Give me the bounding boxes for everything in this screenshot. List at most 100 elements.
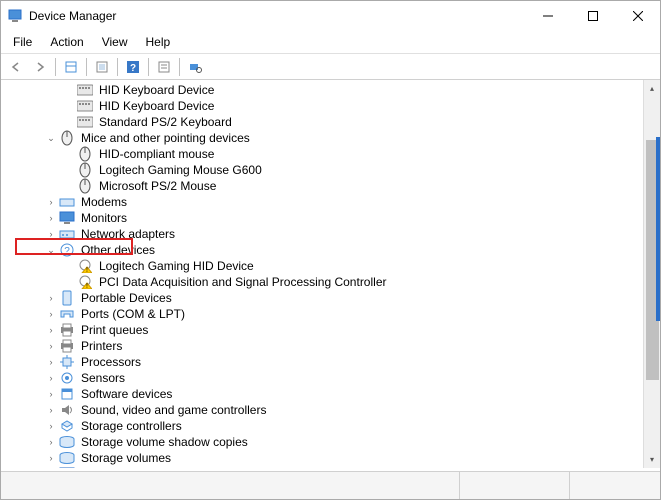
toolbar-back-button[interactable] <box>5 56 27 78</box>
tree-category-modems[interactable]: › Modems <box>5 194 660 210</box>
window-controls <box>525 1 660 31</box>
expander-collapsed-icon[interactable]: › <box>45 228 57 240</box>
tree-category-mice[interactable]: ⌄ Mice and other pointing devices <box>5 130 660 146</box>
tree-category-ports[interactable]: › Ports (COM & LPT) <box>5 306 660 322</box>
svg-text:!: ! <box>86 283 88 289</box>
modem-icon <box>59 194 75 210</box>
unknown-device-warning-icon: ! <box>77 258 93 274</box>
tree-category-portable[interactable]: › Portable Devices <box>5 290 660 306</box>
toolbar-separator <box>55 58 56 76</box>
tree-category-storage-controllers[interactable]: › Storage controllers <box>5 418 660 434</box>
expander-expanded-icon[interactable]: ⌄ <box>45 244 57 256</box>
tree-item-label: Print queues <box>79 322 150 338</box>
tree-item-label: HID-compliant mouse <box>97 146 216 162</box>
maximize-button[interactable] <box>570 1 615 31</box>
tree-item-logitech-g600[interactable]: Logitech Gaming Mouse G600 <box>5 162 660 178</box>
expander-collapsed-icon[interactable]: › <box>45 420 57 432</box>
tree-container: HID Keyboard Device HID Keyboard Device … <box>1 80 660 468</box>
tree-category-printers[interactable]: › Printers <box>5 338 660 354</box>
status-cell <box>1 472 460 499</box>
tree-item-label: PCI Data Acquisition and Signal Processi… <box>97 274 388 290</box>
tree-category-storage-volumes[interactable]: › Storage volumes <box>5 450 660 466</box>
menu-help[interactable]: Help <box>138 33 179 51</box>
menu-file[interactable]: File <box>5 33 40 51</box>
tree-category-processors[interactable]: › Processors <box>5 354 660 370</box>
sensor-icon <box>59 370 75 386</box>
expander-collapsed-icon[interactable]: › <box>45 324 57 336</box>
expander-collapsed-icon[interactable]: › <box>45 340 57 352</box>
expander-collapsed-icon[interactable]: › <box>45 212 57 224</box>
tree-category-software[interactable]: › Software devices <box>5 386 660 402</box>
device-tree[interactable]: HID Keyboard Device HID Keyboard Device … <box>1 80 660 468</box>
tree-item-label: Monitors <box>79 210 129 226</box>
close-button[interactable] <box>615 1 660 31</box>
keyboard-icon <box>77 98 93 114</box>
tree-item-ps2-keyboard[interactable]: Standard PS/2 Keyboard <box>5 114 660 130</box>
tree-item-label: Processors <box>79 354 143 370</box>
window-title: Device Manager <box>29 9 525 23</box>
tree-item-hid-keyboard[interactable]: HID Keyboard Device <box>5 82 660 98</box>
tree-item-label: Modems <box>79 194 129 210</box>
svg-text:?: ? <box>64 246 70 257</box>
side-accent-strip <box>656 137 660 321</box>
tree-item-label: Other devices <box>79 242 157 258</box>
tree-category-other-devices[interactable]: ⌄ ? Other devices <box>5 242 660 258</box>
tree-category-print-queues[interactable]: › Print queues <box>5 322 660 338</box>
scroll-down-button[interactable]: ▾ <box>644 451 660 468</box>
expander-collapsed-icon[interactable]: › <box>45 308 57 320</box>
tree-item-logitech-hid[interactable]: ! Logitech Gaming HID Device <box>5 258 660 274</box>
expander-expanded-icon[interactable]: ⌄ <box>45 132 57 144</box>
tree-item-label: Network adapters <box>79 226 177 242</box>
tree-category-network[interactable]: › Network adapters <box>5 226 660 242</box>
expander-collapsed-icon[interactable]: › <box>45 388 57 400</box>
app-icon <box>7 8 23 24</box>
menu-view[interactable]: View <box>94 33 136 51</box>
expander-collapsed-icon[interactable]: › <box>45 196 57 208</box>
toolbar-refresh-button[interactable] <box>91 56 113 78</box>
tree-category-sensors[interactable]: › Sensors <box>5 370 660 386</box>
scroll-up-button[interactable]: ▴ <box>644 80 660 97</box>
tree-item-label: Logitech Gaming Mouse G600 <box>97 162 264 178</box>
expander-collapsed-icon[interactable]: › <box>45 452 57 464</box>
tree-item-label: Sound, video and game controllers <box>79 402 268 418</box>
tree-item-hid-mouse[interactable]: HID-compliant mouse <box>5 146 660 162</box>
toolbar-separator <box>179 58 180 76</box>
tree-item-label: Storage controllers <box>79 418 184 434</box>
tree-category-sound[interactable]: › Sound, video and game controllers <box>5 402 660 418</box>
monitor-icon <box>59 210 75 226</box>
sound-icon <box>59 402 75 418</box>
unknown-device-warning-icon: ! <box>77 274 93 290</box>
expander-collapsed-icon[interactable]: › <box>45 292 57 304</box>
tree-item-label: Software devices <box>79 386 174 402</box>
tree-item-label: Logitech Gaming HID Device <box>97 258 256 274</box>
toolbar-properties-button[interactable] <box>153 56 175 78</box>
tree-item-hid-keyboard[interactable]: HID Keyboard Device <box>5 98 660 114</box>
tree-item-label: Microsoft PS/2 Mouse <box>97 178 218 194</box>
expander-collapsed-icon[interactable]: › <box>45 372 57 384</box>
tree-item-pci-data[interactable]: ! PCI Data Acquisition and Signal Proces… <box>5 274 660 290</box>
toolbar-separator <box>86 58 87 76</box>
statusbar <box>1 471 660 499</box>
expander-collapsed-icon[interactable]: › <box>45 404 57 416</box>
toolbar-help-button[interactable]: ? <box>122 56 144 78</box>
toolbar-showhide-button[interactable] <box>60 56 82 78</box>
tree-item-ps2-mouse[interactable]: Microsoft PS/2 Mouse <box>5 178 660 194</box>
tree-category-system-devices[interactable]: ⌄ System devices <box>5 466 660 468</box>
expander-collapsed-icon[interactable]: › <box>45 356 57 368</box>
toolbar-scan-button[interactable] <box>184 56 206 78</box>
storage-icon <box>59 434 75 450</box>
tree-item-label: HID Keyboard Device <box>97 82 216 98</box>
port-icon <box>59 306 75 322</box>
keyboard-icon <box>77 114 93 130</box>
tree-item-label: Mice and other pointing devices <box>79 130 252 146</box>
tree-category-storage-shadow[interactable]: › Storage volume shadow copies <box>5 434 660 450</box>
toolbar-forward-button[interactable] <box>29 56 51 78</box>
status-cell <box>460 472 570 499</box>
network-icon <box>59 226 75 242</box>
tree-category-monitors[interactable]: › Monitors <box>5 210 660 226</box>
minimize-button[interactable] <box>525 1 570 31</box>
expander-collapsed-icon[interactable]: › <box>45 436 57 448</box>
titlebar: Device Manager <box>1 1 660 31</box>
computer-icon <box>59 466 75 468</box>
menu-action[interactable]: Action <box>42 33 91 51</box>
